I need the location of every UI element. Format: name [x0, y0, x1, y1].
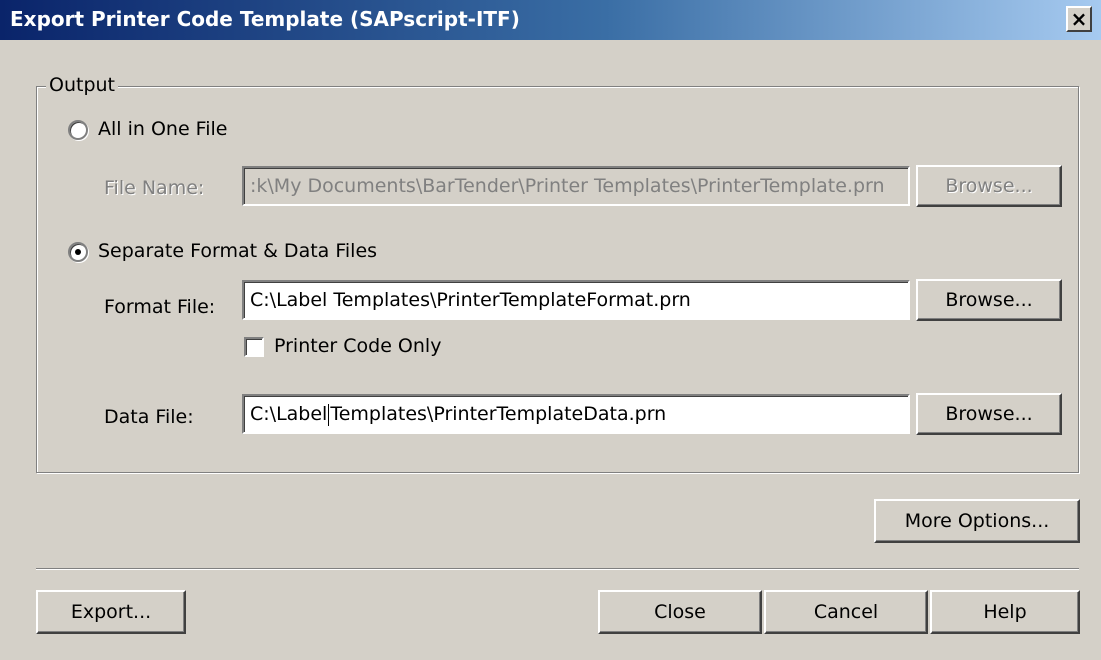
format-file-browse-button[interactable]: Browse...: [916, 279, 1062, 321]
printer-code-only-label[interactable]: Printer Code Only: [274, 335, 441, 357]
output-group-legend: Output: [46, 74, 118, 96]
window-title: Export Printer Code Template (SAPscript-…: [10, 7, 520, 31]
separate-files-radio[interactable]: [68, 242, 88, 262]
file-name-input[interactable]: :k\My Documents\BarTender\Printer Templa…: [242, 166, 910, 206]
close-icon[interactable]: ×: [1066, 6, 1092, 32]
more-options-button[interactable]: More Options...: [874, 499, 1080, 543]
separator: [36, 568, 1079, 570]
data-file-label: Data File:: [104, 406, 194, 428]
all-in-one-file-label[interactable]: All in One File: [98, 118, 227, 140]
separate-files-label[interactable]: Separate Format & Data Files: [98, 240, 377, 262]
file-name-browse-button[interactable]: Browse...: [916, 165, 1062, 207]
close-button[interactable]: Close: [598, 590, 762, 634]
title-bar: Export Printer Code Template (SAPscript-…: [0, 0, 1101, 40]
export-button[interactable]: Export...: [36, 590, 186, 634]
data-file-input[interactable]: C:\Label Templates\PrinterTemplateData.pr…: [242, 394, 910, 434]
printer-code-only-checkbox[interactable]: [244, 337, 264, 357]
data-file-browse-button[interactable]: Browse...: [916, 393, 1062, 435]
help-button[interactable]: Help: [930, 590, 1080, 634]
data-file-text-before-caret: C:\Label: [250, 403, 328, 425]
radio-selected-dot: [75, 249, 81, 255]
cancel-button[interactable]: Cancel: [764, 590, 928, 634]
format-file-label: Format File:: [104, 296, 216, 318]
data-file-text-after-caret: Templates\PrinterTemplateData.prn: [330, 403, 667, 425]
format-file-input[interactable]: C:\Label Templates\PrinterTemplateFormat…: [242, 280, 910, 320]
all-in-one-file-radio[interactable]: [68, 120, 88, 140]
file-name-label: File Name:: [104, 177, 205, 199]
